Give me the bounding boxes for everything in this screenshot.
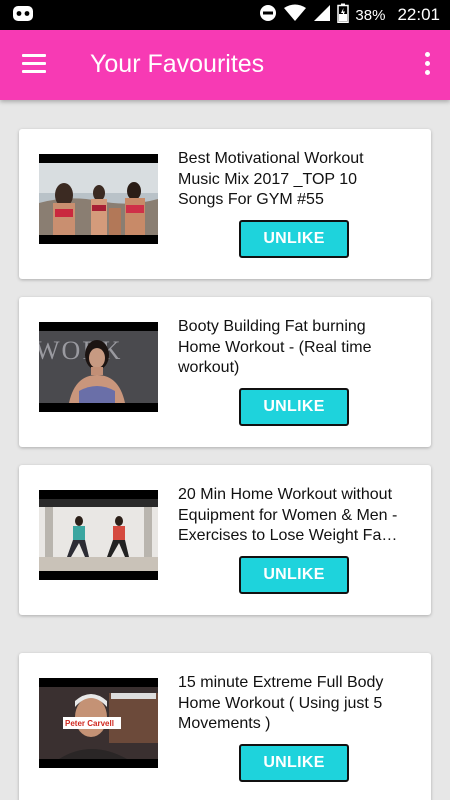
video-thumbnail[interactable]: WORK xyxy=(39,322,158,412)
unlike-button[interactable]: UNLIKE xyxy=(239,744,349,782)
favourite-card[interactable]: Best Motivational Workout Music Mix 2017… xyxy=(19,129,431,279)
app-bar: Your Favourites xyxy=(0,30,450,100)
video-thumbnail[interactable] xyxy=(39,154,158,244)
cell-signal-icon xyxy=(313,4,331,26)
menu-icon[interactable] xyxy=(22,54,48,74)
video-title[interactable]: 15 minute Extreme Full Body Home Workout… xyxy=(178,673,403,735)
more-options-icon[interactable] xyxy=(422,52,432,78)
video-title[interactable]: Best Motivational Workout Music Mix 2017… xyxy=(178,149,403,211)
favourite-card[interactable]: Peter Carvell 15 minute Extreme Full Bod… xyxy=(19,653,431,800)
video-title[interactable]: Booty Building Fat burning Home Workout … xyxy=(178,317,403,379)
favourite-card[interactable]: 20 Min Home Workout without Equipment fo… xyxy=(19,465,431,615)
status-bar: 38% 22:01 xyxy=(0,0,450,30)
wifi-icon xyxy=(283,4,307,26)
trainer-portrait-thumbnail-image: Peter Carvell xyxy=(39,687,158,759)
video-thumbnail[interactable] xyxy=(39,490,158,580)
battery-icon xyxy=(337,3,350,27)
do-not-disturb-icon xyxy=(259,4,277,26)
home-workout-thumbnail-image xyxy=(39,499,158,571)
battery-percent: 38% xyxy=(355,6,386,24)
video-title[interactable]: 20 Min Home Workout without Equipment fo… xyxy=(178,485,403,547)
page-title: Your Favourites xyxy=(90,50,265,78)
unlike-button[interactable]: UNLIKE xyxy=(239,556,349,594)
woman-trainer-thumbnail-image: WORK xyxy=(39,331,158,403)
unlike-button[interactable]: UNLIKE xyxy=(239,388,349,426)
favourite-card[interactable]: WORK Booty Building Fat burning Home Wor… xyxy=(19,297,431,447)
video-thumbnail[interactable]: Peter Carvell xyxy=(39,678,158,768)
unlike-button[interactable]: UNLIKE xyxy=(239,220,349,258)
workout-women-thumbnail-image xyxy=(39,163,158,235)
app-notification-icon xyxy=(12,4,34,29)
svg-text:WORK: WORK xyxy=(39,336,122,365)
thumbnail-caption: Peter Carvell xyxy=(65,719,114,728)
clock: 22:01 xyxy=(397,5,440,24)
